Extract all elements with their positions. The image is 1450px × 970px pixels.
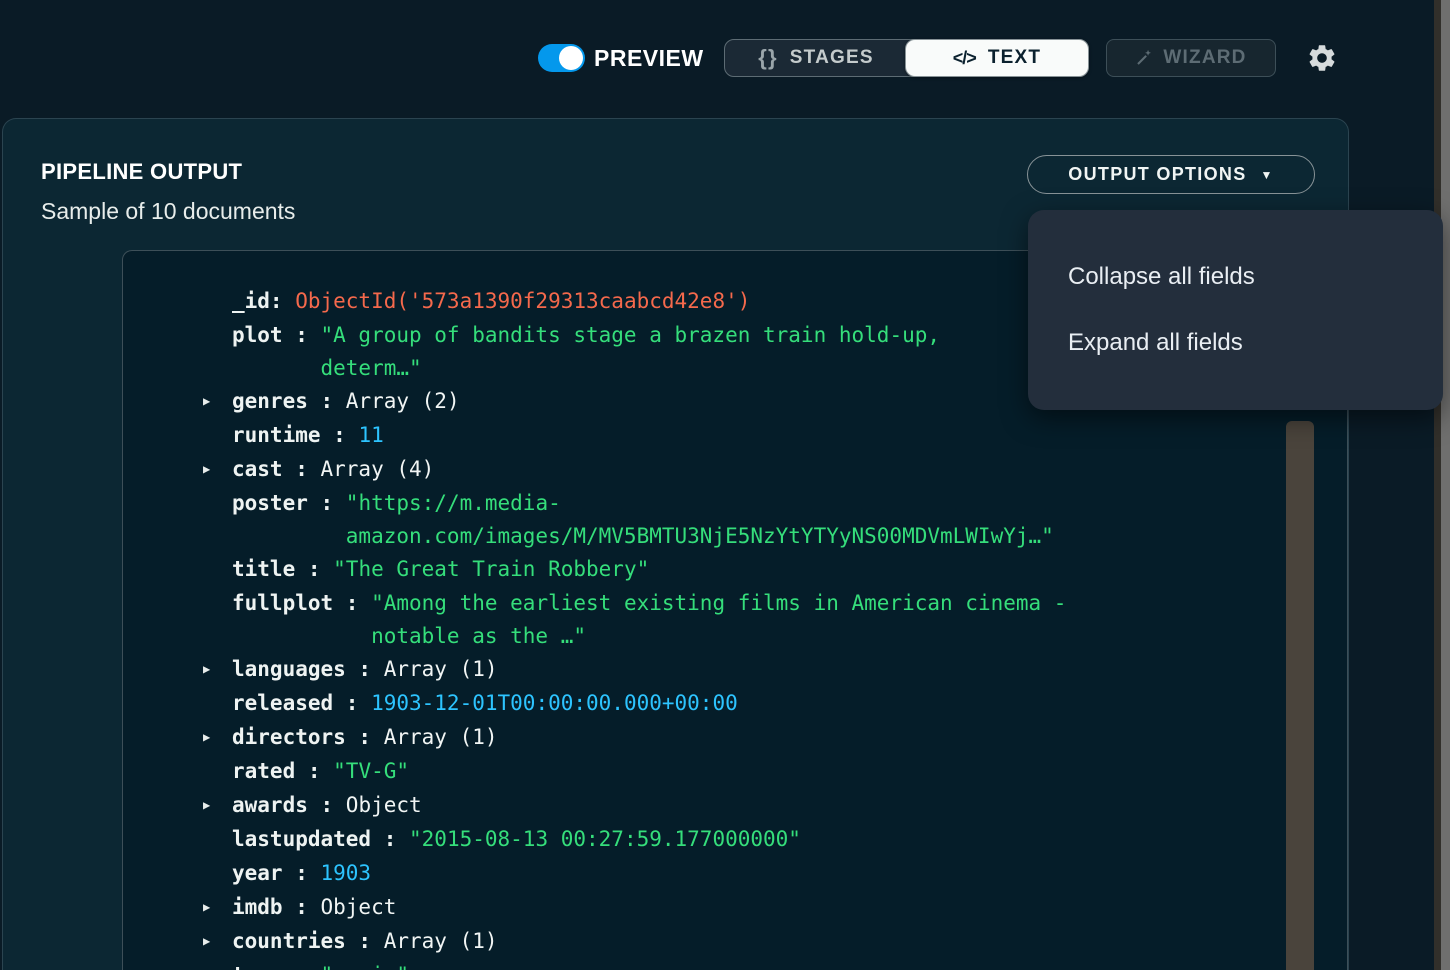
stages-text-segmented-control: {} STAGES </> TEXT <box>724 39 1089 77</box>
field-value: 1903-12-01T00:00:00.000+00:00 <box>371 686 738 720</box>
field-value: ObjectId('573a1390f29313caabcd42e8') <box>295 284 750 318</box>
field-row-title: title : "The Great Train Robbery" <box>203 552 1347 586</box>
field-value: amazon.com/images/M/MV5BMTU3NjE5NzYtYTYy… <box>346 520 1054 552</box>
field-key: lastupdated : <box>232 822 396 856</box>
field-key: rated : <box>232 754 321 788</box>
field-value: Array (1) <box>384 924 498 958</box>
field-value: "2015-08-13 00:27:59.177000000" <box>409 822 801 856</box>
expand-arrow-icon[interactable]: ▶ <box>203 652 232 686</box>
field-key: languages : <box>232 652 371 686</box>
tab-text[interactable]: </> TEXT <box>905 39 1089 77</box>
field-value: Array (1) <box>384 720 498 754</box>
field-value: "Among the earliest existing films in Am… <box>371 586 1066 620</box>
expand-arrow-icon[interactable]: ▶ <box>203 384 232 418</box>
field-row-poster-continued: amazon.com/images/M/MV5BMTU3NjE5NzYtYTYy… <box>203 520 1347 552</box>
output-options-label: OUTPUT OPTIONS <box>1068 164 1246 185</box>
output-options-menu: Collapse all fields Expand all fields <box>1028 210 1443 410</box>
field-value: 1903 <box>321 856 372 890</box>
field-value: 11 <box>358 418 383 452</box>
field-key: title : <box>232 552 321 586</box>
window-edge <box>1441 0 1450 970</box>
field-value: notable as the …" <box>371 620 586 652</box>
toggle-knob <box>559 46 583 70</box>
field-row-fullplot-continued: notable as the …" <box>203 620 1347 652</box>
field-key: _id: <box>232 284 283 318</box>
menu-item-collapse-all-fields[interactable]: Collapse all fields <box>1028 244 1443 310</box>
vertical-scrollbar-thumb[interactable] <box>1286 421 1314 970</box>
field-key: imdb : <box>232 890 308 924</box>
preview-label: PREVIEW <box>594 45 704 72</box>
menu-item-expand-all-fields[interactable]: Expand all fields <box>1028 310 1443 376</box>
field-key: countries : <box>232 924 371 958</box>
field-row-lastupdated: lastupdated : "2015-08-13 00:27:59.177000… <box>203 822 1347 856</box>
field-value: Array (1) <box>384 652 498 686</box>
magic-wand-icon <box>1135 49 1153 67</box>
field-value: Array (4) <box>321 452 435 486</box>
field-value: Object <box>321 890 397 924</box>
field-value: "The Great Train Robbery" <box>333 552 649 586</box>
field-key: awards : <box>232 788 333 822</box>
field-key: cast : <box>232 452 308 486</box>
expand-arrow-icon[interactable]: ▶ <box>203 890 232 924</box>
gear-icon[interactable] <box>1306 42 1338 74</box>
window-edge-shadow <box>1434 0 1441 970</box>
field-key: genres : <box>232 384 333 418</box>
chevron-down-icon: ▼ <box>1261 168 1274 182</box>
field-value: "TV-G" <box>333 754 409 788</box>
field-row-year: year : 1903 <box>203 856 1347 890</box>
field-value: "https://m.media- <box>346 486 561 520</box>
field-value: determ…" <box>321 352 422 384</box>
field-row-rated: rated : "TV-G" <box>203 754 1347 788</box>
preview-toggle[interactable] <box>538 44 585 72</box>
code-brackets-icon: </> <box>953 48 976 69</box>
field-key: runtime : <box>232 418 346 452</box>
tab-stages-label: STAGES <box>790 47 874 69</box>
field-key: fullplot : <box>232 586 358 620</box>
field-row-released: released : 1903-12-01T00:00:00.000+00:00 <box>203 686 1347 720</box>
field-row-fullplot: fullplot : "Among the earliest existing f… <box>203 586 1347 620</box>
field-key: plot : <box>232 318 308 352</box>
expand-arrow-icon[interactable]: ▶ <box>203 788 232 822</box>
wizard-button[interactable]: WIZARD <box>1106 39 1276 77</box>
field-row-languages: ▶languages : Array (1) <box>203 652 1347 686</box>
field-row-directors: ▶directors : Array (1) <box>203 720 1347 754</box>
field-key: directors : <box>232 720 371 754</box>
field-value: Object <box>346 788 422 822</box>
field-row-type: type : "movie" <box>203 958 1347 970</box>
field-key: type : <box>232 958 308 970</box>
field-value: "movie" <box>321 958 410 970</box>
field-key: year : <box>232 856 308 890</box>
expand-arrow-icon[interactable]: ▶ <box>203 452 232 486</box>
expand-arrow-icon[interactable]: ▶ <box>203 924 232 958</box>
field-row-poster: poster : "https://m.media- <box>203 486 1347 520</box>
field-row-countries: ▶countries : Array (1) <box>203 924 1347 958</box>
tab-stages[interactable]: {} STAGES <box>725 40 907 76</box>
field-row-cast: ▶cast : Array (4) <box>203 452 1347 486</box>
pipeline-output-title: PIPELINE OUTPUT <box>41 159 242 185</box>
expand-arrow-icon[interactable]: ▶ <box>203 720 232 754</box>
field-row-runtime: runtime : 11 <box>203 418 1347 452</box>
tab-text-label: TEXT <box>988 47 1041 69</box>
field-row-awards: ▶awards : Object <box>203 788 1347 822</box>
output-options-button[interactable]: OUTPUT OPTIONS ▼ <box>1027 155 1315 194</box>
field-value: Array (2) <box>346 384 460 418</box>
field-key: released : <box>232 686 358 720</box>
field-value: "A group of bandits stage a brazen train… <box>321 318 941 352</box>
field-row-imdb: ▶imdb : Object <box>203 890 1347 924</box>
wizard-label: WIZARD <box>1163 47 1246 69</box>
field-key: poster : <box>232 486 333 520</box>
curly-braces-icon: {} <box>758 45 778 71</box>
pipeline-output-subtitle: Sample of 10 documents <box>41 198 295 225</box>
